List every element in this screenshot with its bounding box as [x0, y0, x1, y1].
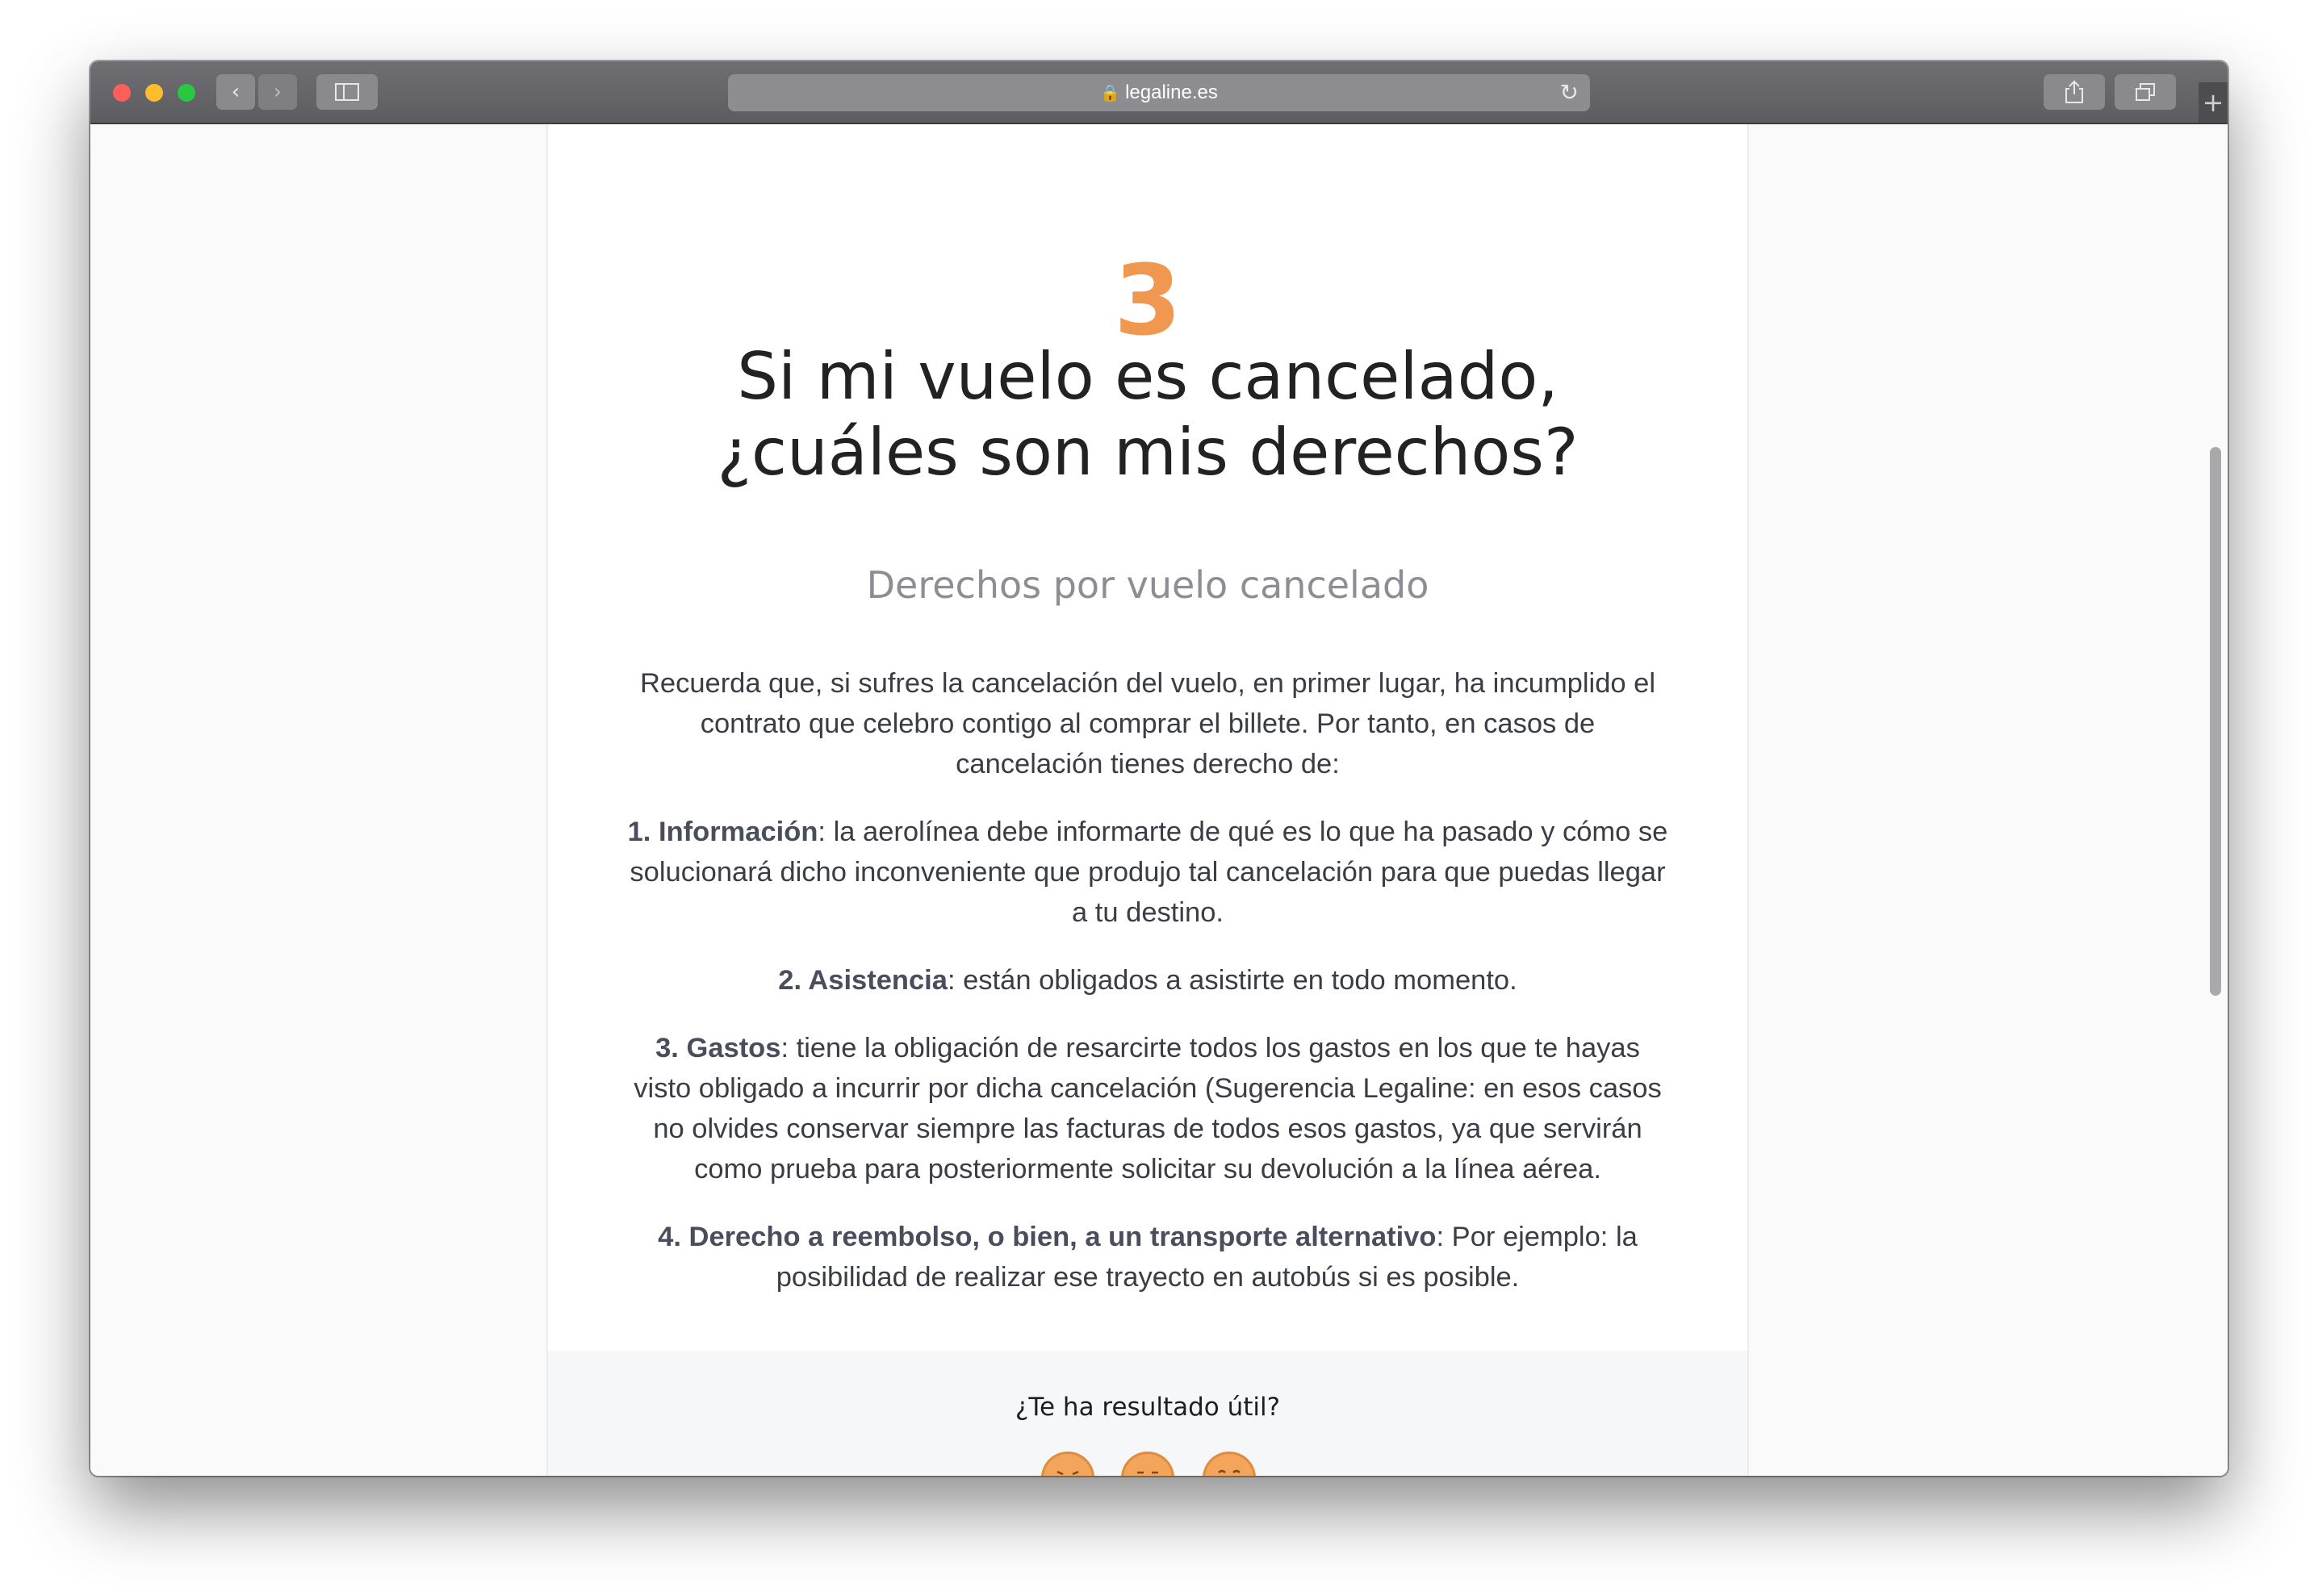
feedback-section: ¿Te ha resultado útil? — [548, 1351, 1747, 1476]
close-window-button[interactable] — [113, 84, 131, 102]
lock-icon: 🔒 — [1100, 83, 1121, 102]
article-panel: 3 Si mi vuelo es cancelado, ¿cuáles son … — [546, 124, 1749, 1476]
intro-paragraph: Recuerda que, si sufres la cancelación d… — [639, 668, 1656, 779]
neutral-face-button[interactable] — [1121, 1452, 1174, 1476]
right-item-label: 4. Derecho a reembolso, o bien, a un tra… — [658, 1222, 1437, 1252]
reload-icon[interactable]: ↻ — [1560, 79, 1579, 106]
page-scrollbar[interactable] — [2210, 447, 2221, 996]
page-viewport: 3 Si mi vuelo es cancelado, ¿cuáles son … — [90, 124, 2228, 1476]
tabs-overview-button[interactable] — [2115, 74, 2176, 110]
right-item-label: 3. Gastos — [655, 1033, 781, 1063]
chevron-left-icon: ‹ — [231, 80, 241, 104]
neutral-face-icon — [1137, 1471, 1158, 1474]
chevron-right-icon: › — [273, 80, 282, 104]
right-item-text: : tiene la obligación de resarcirte todo… — [634, 1033, 1662, 1184]
page-title: Si mi vuelo es cancelado, ¿cuáles son mi… — [717, 339, 1579, 490]
right-item-information: 1. Información: la aerolínea debe inform… — [626, 812, 1670, 933]
right-item-label: 2. Asistencia — [778, 965, 948, 996]
minimize-window-button[interactable] — [145, 84, 163, 102]
page-subtitle: Derechos por vuelo cancelado — [866, 563, 1429, 607]
browser-window: ‹ › 🔒 legaline.es ↻ + 3 Si mi vuelo es c… — [90, 61, 2228, 1476]
back-button[interactable]: ‹ — [216, 74, 255, 110]
address-bar[interactable]: 🔒 legaline.es ↻ — [728, 74, 1590, 111]
sidebar-button[interactable] — [316, 74, 378, 110]
article-body: Recuerda que, si sufres la cancelación d… — [626, 663, 1670, 1325]
share-button[interactable] — [2044, 74, 2105, 110]
plus-icon: + — [2202, 87, 2224, 118]
happy-face-icon — [1218, 1469, 1241, 1473]
feedback-question: ¿Te ha resultado útil? — [1015, 1393, 1281, 1422]
happy-face-button[interactable] — [1203, 1452, 1256, 1476]
right-item-text: : están obligados a asistirte en todo mo… — [947, 965, 1517, 996]
forward-button[interactable]: › — [258, 74, 297, 110]
right-item-label: 1. Información — [627, 817, 818, 847]
browser-toolbar: ‹ › 🔒 legaline.es ↻ + — [90, 61, 2228, 124]
tabs-icon — [2136, 83, 2155, 101]
share-icon — [2065, 80, 2083, 103]
right-item-assistance: 2. Asistencia: están obligados a asistir… — [626, 960, 1670, 1001]
zoom-window-button[interactable] — [178, 84, 195, 102]
new-tab-button[interactable]: + — [2199, 82, 2228, 123]
sidebar-icon — [335, 83, 359, 101]
step-number: 3 — [1114, 245, 1182, 357]
right-item-refund: 4. Derecho a reembolso, o bien, a un tra… — [626, 1217, 1670, 1297]
url-text: legaline.es — [1125, 81, 1218, 103]
sad-face-button[interactable] — [1041, 1452, 1094, 1476]
right-item-expenses: 3. Gastos: tiene la obligación de resarc… — [626, 1028, 1670, 1189]
sad-face-icon — [1056, 1470, 1079, 1476]
